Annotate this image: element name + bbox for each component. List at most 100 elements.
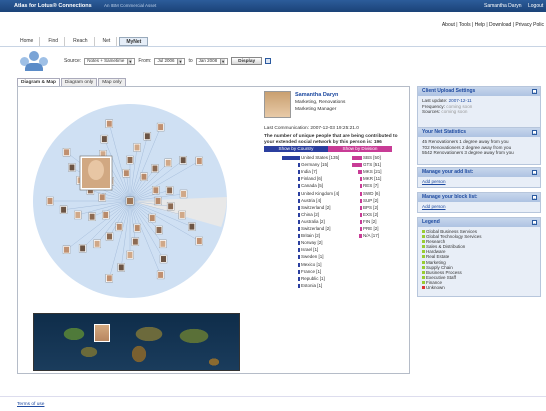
person-node[interactable] [105, 232, 114, 241]
division-bar[interactable] [359, 177, 362, 182]
person-node[interactable] [159, 239, 167, 249]
country-bar[interactable] [298, 283, 300, 288]
map-person-marker[interactable] [94, 324, 110, 342]
person-node[interactable] [133, 223, 141, 233]
display-button[interactable]: Display [231, 57, 263, 65]
person-node[interactable] [165, 186, 174, 195]
person-node[interactable] [59, 205, 68, 214]
person-node[interactable] [195, 156, 203, 166]
show-by-division-button[interactable]: Show by Division [328, 146, 392, 152]
collapse-icon[interactable]: – [532, 220, 537, 225]
person-node[interactable] [133, 143, 141, 152]
country-bar[interactable] [282, 156, 300, 160]
person-node[interactable] [117, 263, 125, 272]
tab-find[interactable]: Find [42, 37, 66, 46]
download-link[interactable]: Download [489, 22, 511, 28]
person-node[interactable] [105, 119, 113, 128]
collapse-icon[interactable]: – [532, 170, 537, 175]
person-node[interactable] [46, 196, 54, 206]
division-bar[interactable] [360, 198, 362, 203]
division-bar[interactable] [360, 212, 362, 217]
person-node[interactable] [166, 202, 175, 211]
selected-person-photo[interactable] [79, 155, 113, 191]
tab-diagram-only[interactable]: Diagram only [60, 78, 98, 86]
person-node[interactable] [74, 210, 82, 220]
country-bar[interactable] [298, 234, 300, 239]
person-node[interactable] [156, 270, 165, 280]
person-node[interactable] [88, 212, 96, 221]
country-bar[interactable] [298, 219, 300, 224]
person-node[interactable] [179, 189, 188, 199]
collapse-icon[interactable]: – [532, 89, 537, 94]
country-bar[interactable] [298, 255, 300, 260]
person-node[interactable] [164, 158, 172, 168]
tools-link[interactable]: Tools [459, 22, 471, 28]
to-select[interactable]: Jan 2008 ▼ [195, 57, 229, 65]
person-node[interactable] [68, 163, 76, 172]
division-bar[interactable] [360, 191, 362, 196]
country-bar[interactable] [298, 191, 300, 196]
division-bar[interactable] [352, 156, 362, 160]
country-bar[interactable] [298, 205, 300, 210]
terms-link[interactable]: Terms of use [17, 402, 44, 407]
person-node[interactable] [151, 164, 159, 173]
collapse-icon[interactable]: – [532, 130, 537, 135]
person-node[interactable] [62, 148, 71, 157]
tab-net[interactable]: Net [97, 37, 118, 46]
person-node[interactable] [156, 122, 165, 132]
tab-diagram-map[interactable]: Diagram & Map [17, 78, 60, 86]
person-node[interactable] [93, 239, 101, 249]
country-bar[interactable] [298, 262, 300, 267]
profile-name[interactable]: Samantha Daryn [295, 92, 338, 98]
collapse-icon[interactable]: – [532, 195, 537, 200]
person-node[interactable] [122, 169, 131, 178]
country-bar[interactable] [298, 170, 300, 175]
division-bar[interactable] [352, 163, 362, 168]
country-bar[interactable] [298, 248, 300, 253]
person-node[interactable] [131, 237, 140, 246]
person-node[interactable] [126, 250, 134, 260]
about-link[interactable]: About [442, 22, 455, 28]
person-node[interactable] [98, 193, 106, 202]
show-by-country-button[interactable]: Show by Country [264, 146, 328, 152]
tab-mynet[interactable]: MyNet [119, 37, 149, 46]
person-node[interactable] [126, 155, 134, 165]
person-node[interactable] [152, 186, 160, 195]
division-bar[interactable] [358, 234, 362, 239]
person-node[interactable] [105, 274, 113, 283]
division-bar[interactable] [360, 184, 362, 189]
country-bar[interactable] [298, 212, 300, 217]
division-bar[interactable] [360, 227, 362, 231]
person-node[interactable] [78, 244, 87, 253]
person-node[interactable] [179, 156, 187, 165]
world-map[interactable] [33, 313, 240, 371]
logout-link[interactable]: Logout [528, 3, 543, 9]
from-select[interactable]: Jul 2006 ▼ [154, 57, 186, 65]
person-node[interactable] [178, 210, 186, 220]
country-bar[interactable] [298, 276, 300, 281]
privacy-link[interactable]: Privacy Polic [515, 22, 544, 28]
person-node[interactable] [188, 222, 196, 231]
person-node[interactable] [155, 225, 163, 235]
country-bar[interactable] [298, 198, 300, 203]
person-node[interactable] [143, 132, 152, 141]
country-bar[interactable] [298, 269, 300, 274]
tab-home[interactable]: Home [14, 37, 41, 46]
country-bar[interactable] [298, 163, 300, 168]
tab-map-only[interactable]: Map only [98, 78, 126, 86]
person-node[interactable] [100, 134, 109, 144]
country-bar[interactable] [298, 177, 300, 182]
help-link[interactable]: Help [475, 22, 485, 28]
country-bar[interactable] [298, 227, 300, 231]
person-node[interactable] [195, 236, 203, 246]
center-person-node[interactable] [125, 196, 135, 206]
person-node[interactable] [62, 245, 71, 254]
settings-icon[interactable] [265, 58, 272, 64]
user-name[interactable]: Samantha Daryn [484, 3, 522, 9]
add-person-link[interactable]: Add person [422, 179, 446, 184]
tab-reach[interactable]: Reach [67, 37, 95, 46]
division-bar[interactable] [357, 170, 362, 175]
source-select[interactable]: Notes + Sametime ▼ [84, 57, 136, 65]
country-bar[interactable] [298, 241, 300, 246]
block-person-link[interactable]: Add person [422, 204, 446, 209]
